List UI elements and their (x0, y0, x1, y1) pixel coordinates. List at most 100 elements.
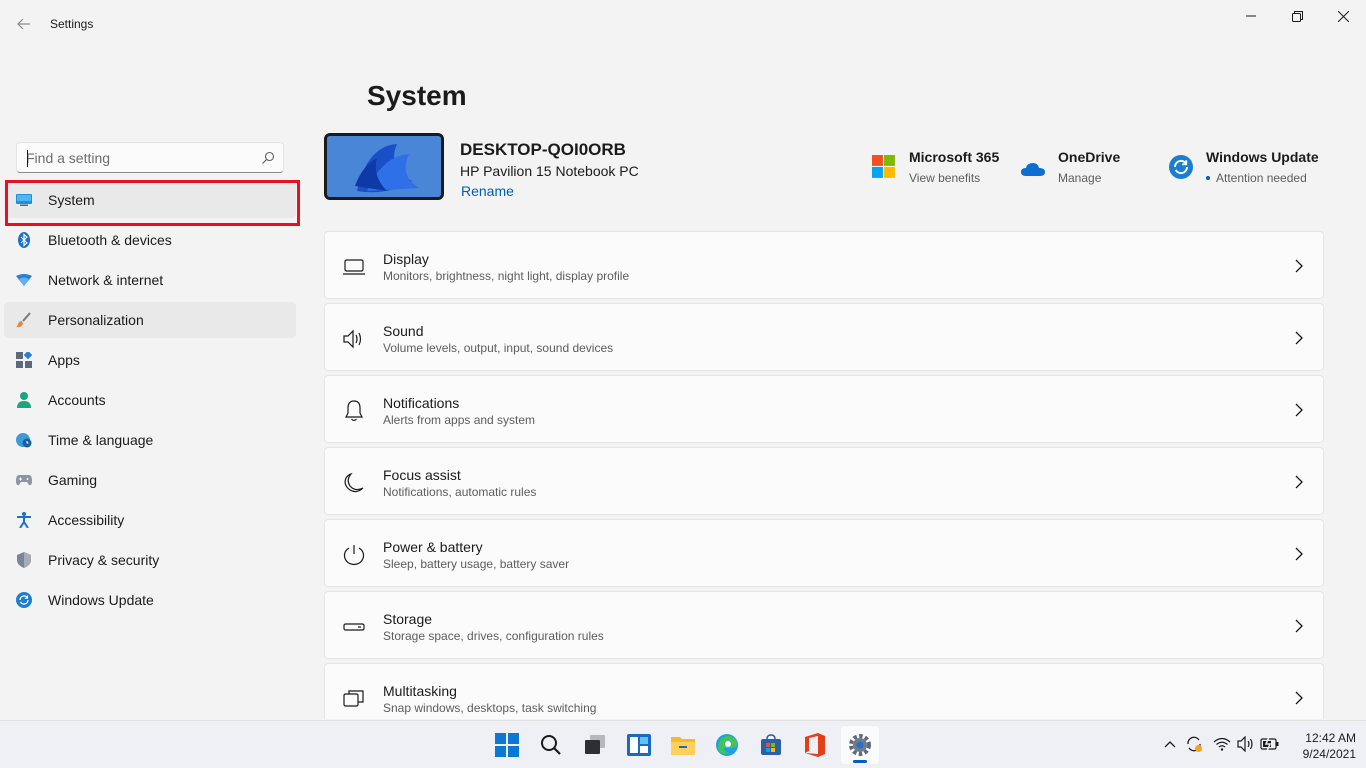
sidebar-item-label: Accessibility (48, 512, 125, 528)
search-icon[interactable] (261, 151, 275, 165)
active-app-indicator (853, 760, 867, 763)
onedrive-link[interactable]: OneDrive Manage (1021, 148, 1131, 188)
chevron-right-icon (1295, 475, 1303, 489)
accessibility-icon (16, 512, 32, 528)
brush-icon (16, 312, 32, 328)
battery-button[interactable] (1260, 734, 1280, 754)
card-title: Multitasking (383, 683, 457, 699)
back-button[interactable] (12, 12, 36, 36)
microsoft-365-link[interactable]: Microsoft 365 View benefits (872, 148, 1012, 188)
chevron-right-icon (1295, 547, 1303, 561)
apps-icon (16, 352, 32, 368)
widgets-icon (627, 734, 651, 756)
chevron-up-icon (1164, 741, 1176, 748)
taskbar-search-button[interactable] (532, 726, 570, 764)
sidebar-item-bluetooth[interactable]: Bluetooth & devices (4, 222, 296, 258)
file-explorer-button[interactable] (664, 726, 702, 764)
card-subtitle: Volume levels, output, input, sound devi… (383, 341, 614, 355)
show-hidden-icons-button[interactable] (1160, 734, 1180, 754)
start-button[interactable] (488, 726, 526, 764)
sidebar-nav: System Bluetooth & devices Network & int… (4, 182, 296, 622)
task-view-button[interactable] (576, 726, 614, 764)
card-subtitle: Snap windows, desktops, task switching (383, 701, 597, 715)
speaker-icon (343, 329, 362, 349)
office-button[interactable] (796, 726, 834, 764)
sync-status-icon-button[interactable] (1184, 734, 1204, 754)
task-view-icon (585, 735, 605, 754)
card-title: Display (383, 251, 429, 267)
card-power-battery[interactable]: Power & battery Sleep, battery usage, ba… (324, 519, 1324, 587)
edge-icon (716, 734, 738, 756)
card-subtitle: Monitors, brightness, night light, displ… (383, 269, 630, 283)
sidebar-item-label: Network & internet (48, 272, 164, 288)
search-icon (541, 735, 561, 755)
back-arrow-icon (17, 18, 30, 30)
power-icon (343, 545, 365, 566)
sidebar-item-time-language[interactable]: Time & language (4, 422, 296, 458)
sidebar-item-label: Apps (48, 352, 80, 368)
volume-button[interactable] (1236, 734, 1256, 754)
windows-logo-icon (495, 733, 519, 757)
windows-update-link[interactable]: Windows Update Attention needed (1169, 148, 1324, 188)
sidebar-item-label: System (48, 192, 95, 208)
chevron-right-icon (1295, 619, 1303, 633)
rename-link[interactable]: Rename (461, 183, 514, 199)
moon-icon (344, 472, 364, 493)
sidebar-item-system[interactable]: System (4, 182, 296, 218)
edge-button[interactable] (708, 726, 746, 764)
onedrive-icon (1021, 163, 1045, 176)
settings-app-button[interactable] (841, 726, 879, 764)
quick-link-subtitle: View benefits (909, 171, 981, 185)
monitor-icon (16, 192, 32, 208)
card-subtitle: Notifications, automatic rules (383, 485, 537, 499)
sidebar-item-privacy[interactable]: Privacy & security (4, 542, 296, 578)
card-multitasking[interactable]: Multitasking Snap windows, desktops, tas… (324, 663, 1324, 719)
minimize-icon (1246, 15, 1256, 17)
device-model: HP Pavilion 15 Notebook PC (460, 163, 639, 179)
storage-icon (343, 623, 365, 631)
microsoft-store-button[interactable] (752, 726, 790, 764)
search-field[interactable] (16, 142, 284, 173)
quick-link-subtitle: Attention needed (1216, 171, 1307, 185)
sidebar-item-label: Privacy & security (48, 552, 160, 568)
device-wallpaper-thumbnail (324, 133, 444, 200)
card-focus-assist[interactable]: Focus assist Notifications, automatic ru… (324, 447, 1324, 515)
close-button[interactable] (1320, 0, 1366, 32)
wallpaper-bloom-icon (327, 136, 441, 197)
sidebar-item-windows-update[interactable]: Windows Update (4, 582, 296, 618)
widgets-button[interactable] (620, 726, 658, 764)
wifi-icon (1213, 737, 1231, 751)
quick-link-title: Windows Update (1206, 149, 1319, 165)
clock-button[interactable]: 12:42 AM 9/24/2021 (1286, 730, 1356, 762)
sidebar-item-network[interactable]: Network & internet (4, 262, 296, 298)
quick-link-subtitle: Manage (1058, 171, 1102, 185)
folder-icon (671, 737, 695, 755)
settings-list: Display Monitors, brightness, night ligh… (324, 231, 1324, 723)
sync-warning-icon (1187, 736, 1202, 752)
sidebar-item-personalization[interactable]: Personalization (4, 302, 296, 338)
sidebar-item-accounts[interactable]: Accounts (4, 382, 296, 418)
card-title: Sound (383, 323, 424, 339)
globe-clock-icon (16, 432, 32, 448)
card-notifications[interactable]: Notifications Alerts from apps and syste… (324, 375, 1324, 443)
card-sound[interactable]: Sound Volume levels, output, input, soun… (324, 303, 1324, 371)
card-display[interactable]: Display Monitors, brightness, night ligh… (324, 231, 1324, 299)
chevron-right-icon (1295, 691, 1303, 705)
update-icon (16, 592, 32, 608)
card-subtitle: Sleep, battery usage, battery saver (383, 557, 570, 571)
card-subtitle: Storage space, drives, configuration rul… (383, 629, 604, 643)
minimize-button[interactable] (1228, 0, 1274, 32)
bell-icon (345, 400, 363, 422)
chevron-right-icon (1295, 403, 1303, 417)
restore-icon (1291, 10, 1303, 22)
card-title: Notifications (383, 395, 460, 411)
clock-time: 12:42 AM (1305, 731, 1356, 745)
search-input[interactable] (26, 149, 251, 167)
display-icon (343, 259, 365, 275)
card-storage[interactable]: Storage Storage space, drives, configura… (324, 591, 1324, 659)
restore-button[interactable] (1274, 0, 1320, 32)
sidebar-item-accessibility[interactable]: Accessibility (4, 502, 296, 538)
network-button[interactable] (1212, 734, 1232, 754)
sidebar-item-gaming[interactable]: Gaming (4, 462, 296, 498)
sidebar-item-apps[interactable]: Apps (4, 342, 296, 378)
